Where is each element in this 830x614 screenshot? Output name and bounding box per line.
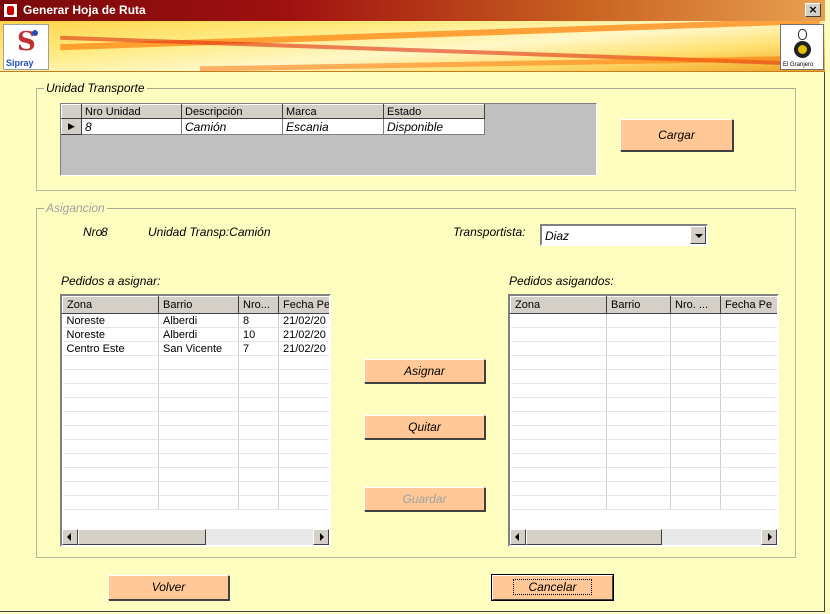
cancelar-button[interactable]: Cancelar	[491, 574, 614, 601]
transportista-label: Transportista:	[453, 225, 526, 239]
row-selector-icon[interactable]: ▶	[61, 118, 82, 135]
col-zona[interactable]: Zona	[510, 296, 607, 314]
transportista-select[interactable]: Diaz	[540, 224, 708, 246]
cell-marca[interactable]: Escania	[282, 118, 384, 135]
scroll-thumb[interactable]	[78, 529, 206, 545]
pedidos-asignar-label: Pedidos a asignar:	[61, 274, 161, 288]
cell-nro[interactable]: 7	[238, 341, 279, 356]
cell-fecha[interactable]: 21/02/20	[278, 313, 329, 328]
cell-barrio[interactable]: Alberdi	[158, 327, 239, 342]
granjero-logo: El Granjero	[780, 24, 824, 70]
list-item[interactable]: Centro Este San Vicente 7 21/02/20	[62, 341, 329, 356]
sipray-logo: S Sipray	[3, 24, 49, 70]
grid-corner	[61, 104, 82, 119]
scroll-thumb[interactable]	[526, 529, 662, 545]
unidad-transp-label: Unidad Transp:Camión	[148, 225, 271, 239]
asignacion-legend: Asigancion	[44, 201, 107, 215]
cell-nro[interactable]: 8	[238, 313, 279, 328]
pedidos-asignar-list[interactable]: Zona Barrio Nro... Fecha Pe Noreste Albe…	[60, 294, 331, 547]
pedidos-asignados-list[interactable]: Zona Barrio Nro. ... Fecha Pe	[508, 294, 779, 547]
cell-zona[interactable]: Centro Este	[62, 341, 159, 356]
unidad-transporte-legend: Unidad Transporte	[44, 81, 147, 95]
scroll-right-icon[interactable]	[761, 529, 777, 545]
transportista-value: Diaz	[545, 229, 570, 243]
unidad-grid[interactable]: Nro Unidad Descripción Marca Estado ▶ 8 …	[60, 103, 597, 176]
window-title: Generar Hoja de Ruta	[23, 3, 146, 17]
cell-barrio[interactable]: Alberdi	[158, 313, 239, 328]
col-nro[interactable]: Nro. ...	[670, 296, 721, 314]
header-banner: S Sipray El Granjero	[0, 21, 825, 72]
col-nro-unidad[interactable]: Nro Unidad	[81, 104, 182, 119]
cell-nro[interactable]: 10	[238, 327, 279, 342]
cell-zona[interactable]: Noreste	[62, 327, 159, 342]
cell-fecha[interactable]: 21/02/20	[278, 341, 329, 356]
close-button[interactable]: ×	[805, 3, 821, 17]
quitar-button[interactable]: Quitar	[364, 415, 485, 439]
horizontal-scrollbar[interactable]	[62, 529, 329, 545]
col-nro[interactable]: Nro...	[238, 296, 279, 314]
col-barrio[interactable]: Barrio	[606, 296, 671, 314]
cell-estado[interactable]: Disponible	[383, 118, 485, 135]
col-fecha[interactable]: Fecha Pe	[720, 296, 777, 314]
col-estado[interactable]: Estado	[383, 104, 485, 119]
pedidos-asignados-label: Pedidos asigandos:	[509, 274, 614, 288]
app-icon	[3, 3, 18, 18]
list-item[interactable]: Noreste Alberdi 8 21/02/20	[62, 313, 329, 328]
scroll-right-icon[interactable]	[313, 529, 329, 545]
cargar-button[interactable]: Cargar	[620, 119, 733, 151]
window: Generar Hoja de Ruta × S Sipray El Granj…	[0, 0, 825, 612]
col-zona[interactable]: Zona	[62, 296, 159, 314]
table-row[interactable]: ▶ 8 Camión Escania Disponible	[61, 118, 485, 135]
title-bar: Generar Hoja de Ruta ×	[0, 0, 825, 21]
chevron-down-icon[interactable]	[690, 226, 706, 244]
nro-value: 8	[101, 225, 108, 239]
col-descripcion[interactable]: Descripción	[181, 104, 283, 119]
cell-zona[interactable]: Noreste	[62, 313, 159, 328]
cancelar-button-label: Cancelar	[513, 579, 592, 595]
scroll-left-icon[interactable]	[62, 529, 78, 545]
volver-button[interactable]: Volver	[108, 575, 229, 600]
list-item[interactable]: Noreste Alberdi 10 21/02/20	[62, 327, 329, 342]
cell-nro-unidad[interactable]: 8	[81, 118, 182, 135]
col-fecha[interactable]: Fecha Pe	[278, 296, 329, 314]
col-barrio[interactable]: Barrio	[158, 296, 239, 314]
cell-fecha[interactable]: 21/02/20	[278, 327, 329, 342]
col-marca[interactable]: Marca	[282, 104, 384, 119]
cell-barrio[interactable]: San Vicente	[158, 341, 239, 356]
cell-descripcion[interactable]: Camión	[181, 118, 283, 135]
guardar-button[interactable]: Guardar	[364, 487, 485, 511]
asignar-button[interactable]: Asignar	[364, 359, 485, 383]
horizontal-scrollbar[interactable]	[510, 529, 777, 545]
scroll-left-icon[interactable]	[510, 529, 526, 545]
